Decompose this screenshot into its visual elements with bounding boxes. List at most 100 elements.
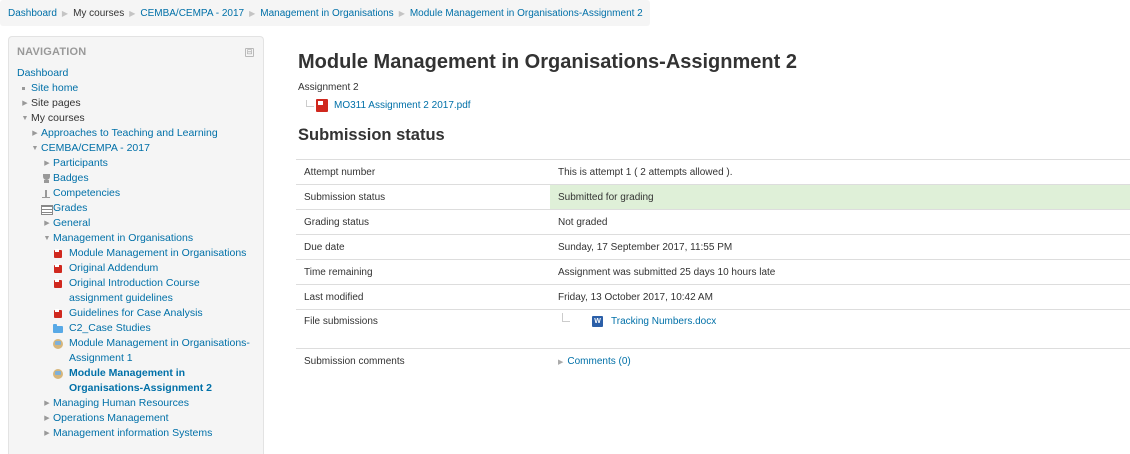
nav-item-site-pages[interactable]: ▶ Site pages	[17, 96, 255, 111]
nav-label[interactable]: My courses	[31, 111, 85, 126]
nav-label[interactable]: C2_Case Studies	[65, 321, 151, 336]
row-value: Assignment was submitted 25 days 10 hour…	[550, 259, 1130, 285]
table-row: File submissions W Tracking Numbers.docx	[296, 309, 1130, 349]
nav-item-assignment-2[interactable]: Module Management in Organisations-Assig…	[17, 366, 255, 396]
expand-arrow-icon[interactable]: ▶	[41, 396, 53, 411]
submission-status-heading: Submission status	[298, 126, 445, 144]
nav-item-site-home[interactable]: Site home	[17, 81, 255, 96]
row-label: Attempt number	[296, 159, 550, 185]
row-label: Due date	[296, 234, 550, 260]
nav-label[interactable]: Managing Human Resources	[53, 396, 189, 411]
collapse-arrow-icon[interactable]: ▼	[29, 141, 41, 156]
nav-label[interactable]: Site home	[31, 81, 78, 96]
nav-item-participants[interactable]: ▶ Participants	[17, 156, 255, 171]
row-value: Sunday, 17 September 2017, 11:55 PM	[550, 234, 1130, 260]
word-document-icon: W	[592, 316, 603, 327]
nav-item-cemba[interactable]: ▼ CEMBA/CEMPA - 2017	[17, 141, 255, 156]
nav-label[interactable]: Participants	[53, 156, 108, 171]
trophy-icon	[41, 171, 53, 186]
breadcrumb-current[interactable]: Module Management in Organisations-Assig…	[410, 8, 643, 19]
nav-item-grades[interactable]: Grades	[17, 201, 255, 216]
nav-label[interactable]: Management information Systems	[53, 426, 212, 441]
collapse-arrow-icon[interactable]: ▼	[41, 231, 53, 246]
nav-item-managing-hr[interactable]: ▶ Managing Human Resources	[17, 396, 255, 411]
row-value: This is attempt 1 ( 2 attempts allowed )…	[550, 159, 1130, 185]
submission-status-value: Submitted for grading	[550, 184, 1130, 210]
nav-item-general[interactable]: ▶ General	[17, 216, 255, 231]
row-label: Submission status	[296, 184, 550, 210]
nav-label[interactable]: Guidelines for Case Analysis	[65, 306, 203, 321]
navigation-block: NAVIGATION ⊟ Dashboard Site home ▶ Site …	[8, 36, 264, 454]
nav-item-management-in-organisations[interactable]: ▼ Management in Organisations	[17, 231, 255, 246]
intro-file-link[interactable]: MO311 Assignment 2 2017.pdf	[334, 100, 471, 111]
row-label: Last modified	[296, 284, 550, 310]
expand-arrow-icon[interactable]: ▶	[41, 426, 53, 441]
nav-label[interactable]: Site pages	[31, 96, 81, 111]
row-label: Submission comments	[296, 348, 550, 374]
nav-label[interactable]: Dashboard	[17, 66, 68, 81]
nav-item-mis[interactable]: ▶ Management information Systems	[17, 426, 255, 441]
breadcrumb-section[interactable]: Management in Organisations	[260, 8, 393, 19]
navigation-tree: Dashboard Site home ▶ Site pages ▼ My co…	[17, 66, 255, 441]
nav-item-dashboard[interactable]: Dashboard	[17, 66, 255, 81]
navigation-title: NAVIGATION	[17, 46, 87, 58]
nav-label[interactable]: General	[53, 216, 90, 231]
expand-arrow-icon[interactable]: ▶	[41, 411, 53, 426]
nav-label[interactable]: Original Addendum	[65, 261, 158, 276]
nav-label[interactable]: Grades	[53, 201, 87, 216]
nav-label[interactable]: Competencies	[53, 186, 120, 201]
collapse-arrow-icon[interactable]: ▼	[19, 111, 31, 126]
breadcrumb-separator-icon: ▶	[398, 8, 405, 18]
comments-toggle[interactable]: ▶ Comments (0)	[558, 356, 631, 367]
row-value: ▶ Comments (0)	[550, 348, 1130, 374]
nav-label[interactable]: CEMBA/CEMPA - 2017	[41, 141, 150, 156]
nav-item-guidelines[interactable]: Guidelines for Case Analysis	[17, 306, 255, 321]
expand-arrow-icon[interactable]: ▶	[558, 358, 563, 366]
submitted-file-link[interactable]: Tracking Numbers.docx	[611, 316, 716, 327]
breadcrumb-dashboard[interactable]: Dashboard	[8, 8, 57, 19]
nav-item-original-introduction[interactable]: Original Introduction Course assignment …	[17, 276, 255, 306]
intro-attachment[interactable]: MO311 Assignment 2 2017.pdf	[298, 99, 471, 112]
expand-arrow-icon[interactable]: ▶	[19, 96, 31, 111]
nav-item-my-courses[interactable]: ▼ My courses	[17, 111, 255, 126]
nav-item-original-addendum[interactable]: Original Addendum	[17, 261, 255, 276]
expand-arrow-icon[interactable]: ▶	[29, 126, 41, 141]
nav-label-active[interactable]: Module Management in Organisations-Assig…	[65, 366, 255, 396]
pdf-icon	[53, 246, 65, 261]
tree-branch-icon	[306, 100, 314, 107]
nav-label[interactable]: Operations Management	[53, 411, 169, 426]
nav-label[interactable]: Original Introduction Course assignment …	[65, 276, 255, 306]
assignment-intro-label: Assignment 2	[298, 82, 359, 93]
dock-block-icon[interactable]: ⊟	[245, 48, 254, 57]
table-icon	[41, 201, 53, 216]
scales-icon	[41, 186, 53, 201]
breadcrumb-course[interactable]: CEMBA/CEMPA - 2017	[140, 8, 244, 19]
nav-label[interactable]: Approaches to Teaching and Learning	[41, 126, 218, 141]
nav-item-approaches[interactable]: ▶ Approaches to Teaching and Learning	[17, 126, 255, 141]
tree-branch-icon	[562, 313, 570, 322]
table-row: Last modified Friday, 13 October 2017, 1…	[296, 284, 1130, 310]
bullet-icon	[19, 81, 31, 96]
page-title: Module Management in Organisations-Assig…	[298, 51, 797, 73]
pdf-icon	[53, 261, 65, 276]
expand-arrow-icon[interactable]: ▶	[41, 156, 53, 171]
nav-item-case-studies[interactable]: C2_Case Studies	[17, 321, 255, 336]
nav-label[interactable]: Management in Organisations	[53, 231, 193, 246]
expand-arrow-icon[interactable]: ▶	[41, 216, 53, 231]
nav-label[interactable]: Module Management in Organisations	[65, 246, 246, 261]
table-row: Submission comments ▶ Comments (0)	[296, 348, 1130, 374]
nav-item-operations[interactable]: ▶ Operations Management	[17, 411, 255, 426]
assignment-icon	[53, 336, 65, 351]
nav-item-competencies[interactable]: Competencies	[17, 186, 255, 201]
nav-label[interactable]: Module Management in Organisations-Assig…	[65, 336, 255, 366]
comments-link[interactable]: Comments (0)	[567, 356, 630, 367]
pdf-icon	[316, 99, 328, 112]
nav-label[interactable]: Badges	[53, 171, 89, 186]
nav-item-badges[interactable]: Badges	[17, 171, 255, 186]
nav-item-assignment-1[interactable]: Module Management in Organisations-Assig…	[17, 336, 255, 366]
table-row: Attempt number This is attempt 1 ( 2 att…	[296, 159, 1130, 185]
nav-item-module-mio[interactable]: Module Management in Organisations	[17, 246, 255, 261]
submitted-file[interactable]: W Tracking Numbers.docx	[558, 313, 1122, 327]
row-value: Friday, 13 October 2017, 10:42 AM	[550, 284, 1130, 310]
pdf-icon	[53, 276, 65, 291]
